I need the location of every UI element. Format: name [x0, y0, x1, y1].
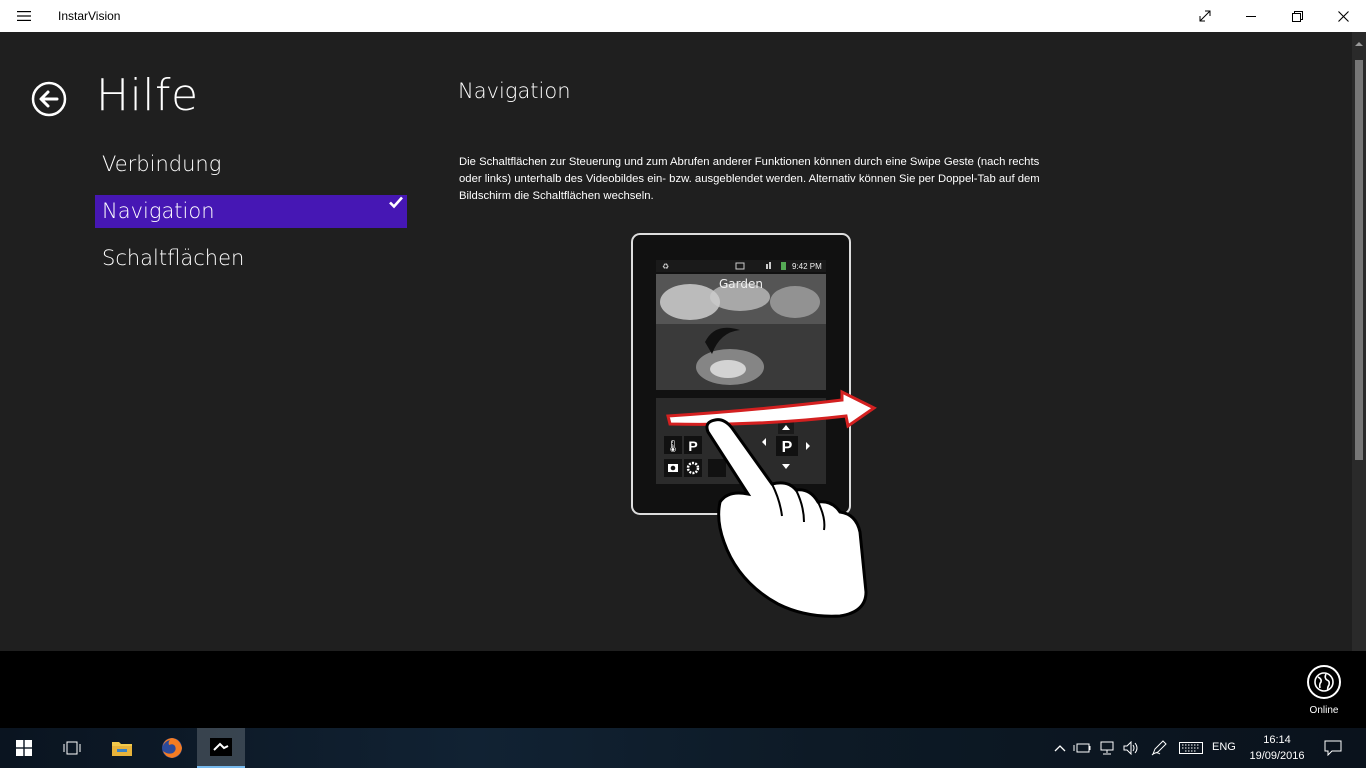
task-view-button[interactable] — [48, 728, 96, 768]
settings-gear-icon — [684, 459, 702, 477]
clock-date: 19/09/2016 — [1249, 750, 1305, 762]
action-center-icon[interactable] — [1323, 738, 1343, 758]
checkmark-icon — [389, 196, 403, 209]
nav-item-label: Verbindung — [102, 152, 222, 176]
motion-icon — [708, 459, 726, 477]
back-arrow-icon — [31, 81, 67, 117]
taskbar-clock[interactable]: 16:14 19/09/2016 — [1244, 732, 1310, 764]
section-title: Navigation — [458, 79, 571, 103]
instarvision-app-icon — [210, 738, 232, 756]
scrollbar-thumb[interactable] — [1355, 60, 1363, 460]
clock-time: 16:14 — [1263, 734, 1291, 746]
input-language[interactable]: ENG — [1212, 741, 1236, 753]
show-hidden-icons-chevron-icon[interactable] — [1050, 738, 1070, 758]
pen-icon[interactable] — [1149, 738, 1169, 758]
nav-item-navigation[interactable]: Navigation — [95, 195, 407, 228]
preset-icon: P — [688, 438, 697, 454]
svg-text:🌡: 🌡 — [665, 439, 680, 453]
online-button[interactable]: Online — [1300, 665, 1348, 721]
vertical-scrollbar[interactable] — [1352, 32, 1366, 651]
online-label: Online — [1309, 705, 1339, 716]
file-explorer-button[interactable] — [98, 728, 146, 768]
app-title: InstarVision — [58, 9, 121, 23]
start-button[interactable] — [0, 728, 48, 768]
restore-button[interactable] — [1274, 0, 1320, 32]
full-screen-button[interactable] — [1182, 0, 1228, 32]
app-content: Hilfe Verbindung Navigation Schaltfläche… — [0, 32, 1366, 651]
page-title: Hilfe — [96, 70, 199, 121]
touch-keyboard-icon[interactable] — [1178, 738, 1204, 758]
volume-icon[interactable] — [1121, 738, 1141, 758]
firefox-button[interactable] — [148, 728, 196, 768]
scroll-up-icon[interactable] — [1355, 40, 1363, 48]
nav-item-label: Navigation — [102, 199, 215, 223]
section-description: Die Schaltflächen zur Steuerung und zum … — [459, 156, 1040, 202]
instarvision-taskbar-button[interactable] — [197, 728, 245, 768]
signal-icon — [766, 264, 768, 269]
battery-icon — [781, 262, 786, 270]
dpad-preset-icon: P — [782, 439, 793, 456]
close-button[interactable] — [1320, 0, 1366, 32]
folder-icon — [112, 742, 132, 756]
task-view-icon — [63, 741, 81, 755]
minimize-button[interactable] — [1228, 0, 1274, 32]
battery-icon[interactable] — [1072, 738, 1092, 758]
nav-item-verbindung[interactable]: Verbindung — [95, 148, 407, 181]
nav-item-schaltflaechen[interactable]: Schaltflächen — [95, 242, 407, 275]
windows-logo-icon — [16, 740, 32, 756]
globe-icon — [1307, 665, 1341, 699]
nav-item-label: Schaltflächen — [102, 246, 245, 270]
title-bar: InstarVision — [0, 0, 1366, 32]
help-topics-list: Verbindung Navigation Schaltflächen — [95, 148, 407, 289]
windows-taskbar: ENG 16:14 19/09/2016 — [0, 728, 1366, 768]
camera-name: Garden — [719, 277, 763, 291]
recycle-icon: ♻ — [662, 262, 669, 271]
app-command-bar: Online — [0, 651, 1366, 728]
back-button[interactable] — [30, 80, 68, 118]
network-icon[interactable] — [1097, 738, 1117, 758]
tablet-time: 9:42 PM — [792, 262, 822, 271]
swipe-gesture-illustration: ♻ 9:42 PM Garden 🌡 P P — [631, 233, 877, 618]
hamburger-menu-icon[interactable] — [8, 0, 40, 32]
firefox-icon — [162, 738, 182, 758]
